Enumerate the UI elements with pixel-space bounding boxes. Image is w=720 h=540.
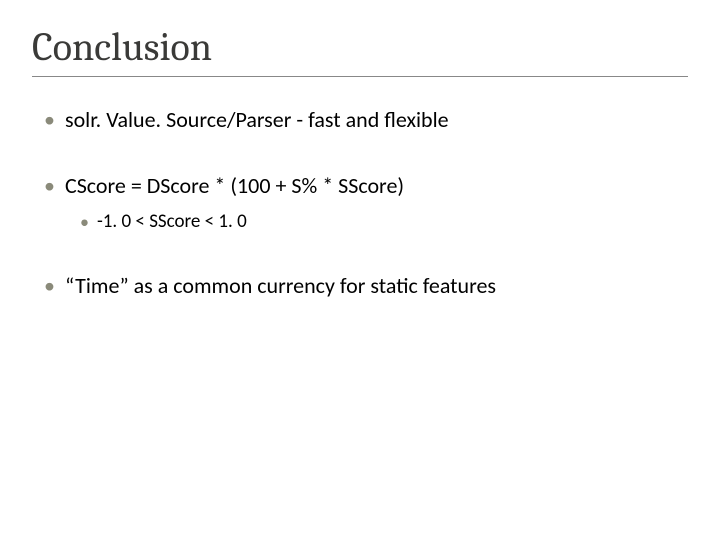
bullet-text: CScore = DScore * (100 + S% * SScore) (65, 171, 404, 201)
slide-title: Conclusion (32, 24, 688, 77)
sub-bullet-list: • -1. 0 < SScore < 1. 0 (44, 209, 688, 235)
bullet-icon: • (80, 209, 89, 235)
sub-bullet-item: • -1. 0 < SScore < 1. 0 (80, 209, 688, 235)
bullet-icon: • (44, 171, 55, 201)
bullet-icon: • (44, 105, 55, 135)
bullet-text: solr. Value. Source/Parser - fast and fl… (65, 105, 449, 135)
bullet-icon: • (44, 271, 55, 301)
bullet-text: “Time” as a common currency for static f… (65, 271, 496, 301)
bullet-list: • solr. Value. Source/Parser - fast and … (32, 105, 688, 301)
bullet-item: • CScore = DScore * (100 + S% * SScore) (44, 171, 688, 201)
sub-bullet-text: -1. 0 < SScore < 1. 0 (97, 209, 247, 235)
slide: Conclusion • solr. Value. Source/Parser … (0, 0, 720, 540)
bullet-item: • solr. Value. Source/Parser - fast and … (44, 105, 688, 135)
bullet-item: • “Time” as a common currency for static… (44, 271, 688, 301)
